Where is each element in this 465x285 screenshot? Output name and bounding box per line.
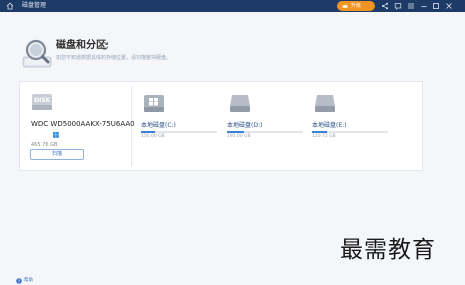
window-title: 磁盘管理 xyxy=(22,2,47,9)
menu-icon[interactable] xyxy=(407,2,415,10)
maximize-icon[interactable] xyxy=(432,2,440,10)
system-drive-icon xyxy=(144,95,164,112)
feedback-icon[interactable] xyxy=(394,2,402,10)
windows-icon xyxy=(53,132,59,138)
drive-icon xyxy=(230,95,250,112)
partition-size: 195.00 GB xyxy=(227,134,251,139)
hard-disk-icon: DISK xyxy=(32,94,52,110)
help-icon: ? xyxy=(16,278,22,284)
partition-label: 本地磁盘(C:) xyxy=(141,122,176,129)
partition-size: 120.72 GB xyxy=(312,134,336,139)
crown-icon xyxy=(342,4,348,8)
watermark-text: 最需教育 xyxy=(340,237,436,263)
disk-badge-text: DISK xyxy=(34,97,51,104)
page-subtitle: 如您不知道数据具体的存储位置，请扫描整块硬盘。 xyxy=(56,55,172,61)
usage-bar xyxy=(312,131,388,133)
disk-scan-icon xyxy=(22,39,52,68)
page-title: 磁盘和分区 xyxy=(56,40,106,51)
close-icon[interactable] xyxy=(445,2,453,10)
upgrade-label: 升级 xyxy=(351,3,362,9)
partition-label: 本地磁盘(D:) xyxy=(227,122,263,129)
drive-icon xyxy=(315,95,335,112)
disk-model-name: WDC WD5000AAKX-75U6AA0 xyxy=(31,120,135,128)
home-icon[interactable] xyxy=(6,2,14,10)
scan-disk-button[interactable]: 扫描 xyxy=(30,149,84,160)
usage-bar xyxy=(141,131,217,133)
disk-size-row: 465.76 GB xyxy=(31,131,59,148)
partition-size: 150.00 GB xyxy=(141,134,165,139)
help-label: 帮助 xyxy=(24,278,33,283)
share-icon[interactable] xyxy=(381,2,389,10)
refresh-icon[interactable] xyxy=(100,41,109,50)
partition-label: 本地磁盘(E:) xyxy=(312,122,347,129)
usage-bar xyxy=(227,131,303,133)
disk-size: 465.76 GB xyxy=(31,142,58,148)
title-bar: 磁盘管理 升级 xyxy=(0,0,465,12)
usage-bar-fill xyxy=(227,131,244,133)
minimize-icon[interactable] xyxy=(420,2,428,10)
usage-bar-fill xyxy=(312,131,328,133)
upgrade-button[interactable]: 升级 xyxy=(337,1,375,11)
usage-bar-fill xyxy=(141,131,155,133)
